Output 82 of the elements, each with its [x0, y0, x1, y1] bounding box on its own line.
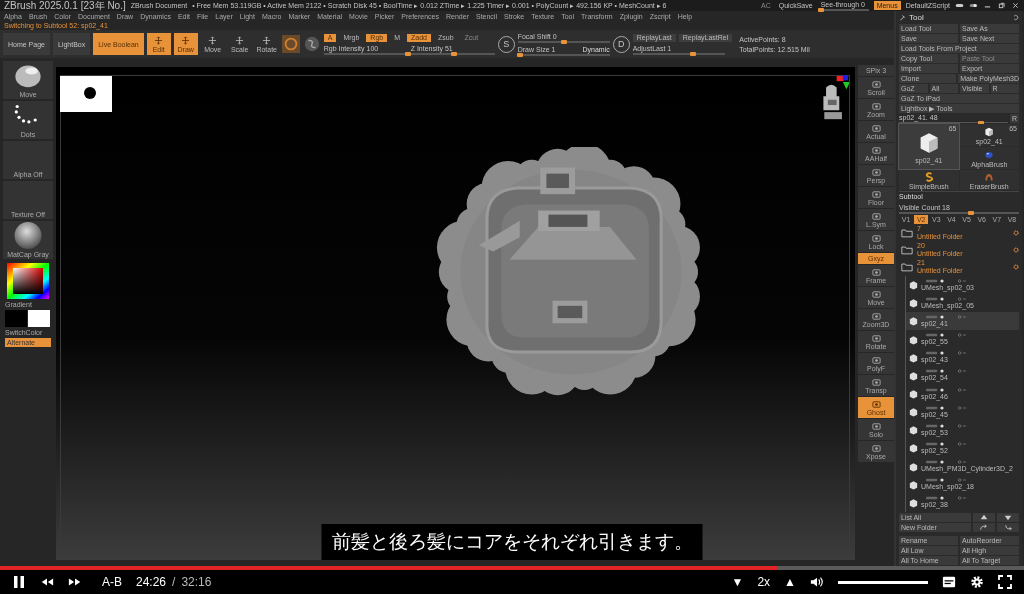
part-thumbnail	[908, 370, 919, 381]
gear-icon[interactable]	[1013, 247, 1019, 253]
slider-track[interactable]	[820, 8, 869, 11]
color-swatch[interactable]	[5, 310, 27, 327]
view-icon	[870, 101, 882, 111]
sphere-icon[interactable]	[302, 35, 321, 53]
view-icon	[870, 123, 882, 133]
cube-icon	[983, 125, 996, 138]
view-icon	[870, 289, 882, 299]
part-thumbnail	[908, 280, 919, 291]
view-icon	[870, 421, 882, 431]
viewport[interactable]	[56, 67, 855, 560]
part-thumbnail	[908, 425, 919, 436]
arrows-icon	[208, 35, 218, 45]
part-thumbnail	[908, 407, 919, 418]
view-icon	[870, 355, 882, 365]
gear-icon[interactable]	[1013, 264, 1019, 270]
view-icon	[870, 189, 882, 199]
part-thumbnail	[908, 316, 919, 327]
hammer-icon	[899, 14, 906, 21]
ring-icon[interactable]	[281, 35, 300, 53]
time-separator: /	[172, 575, 176, 589]
fullscreen-icon[interactable]	[998, 575, 1012, 589]
panel-title: Tool	[909, 13, 925, 22]
speed-up-button[interactable]: ▲	[784, 575, 796, 589]
view-icon	[870, 167, 882, 177]
current-time: 24:26	[136, 575, 167, 589]
slider-thumb[interactable]	[689, 51, 696, 56]
app-title: ZBrush 2025.0.1 [23年 No.]	[4, 0, 126, 11]
volume-icon[interactable]	[810, 575, 824, 589]
restore-icon[interactable]	[997, 2, 1006, 9]
view-icon	[870, 333, 882, 343]
view-icon	[870, 79, 882, 89]
pause-icon[interactable]	[12, 575, 26, 589]
subtitle-caption: 前髪と後ろ髪にコアをそれぞれ引きます。	[321, 524, 703, 560]
folder-icon[interactable]	[901, 228, 913, 238]
close-icon[interactable]	[1011, 2, 1020, 9]
ab-repeat-button[interactable]: A-B	[102, 575, 122, 589]
slider-track[interactable]	[517, 53, 610, 56]
playback-speed: 2x	[757, 575, 771, 589]
arrows-icon	[181, 35, 191, 45]
part-thumbnail	[908, 298, 919, 309]
arrows-icon	[235, 35, 245, 45]
gear-icon[interactable]	[1013, 230, 1019, 236]
speed-down-button[interactable]: ▼	[731, 575, 744, 589]
folder-icon[interactable]	[901, 262, 913, 272]
slider-thumb[interactable]	[817, 7, 824, 12]
slider-thumb[interactable]	[404, 51, 411, 56]
slider-track[interactable]	[632, 52, 725, 55]
part-thumbnail	[908, 389, 919, 399]
slider-thumb[interactable]	[560, 39, 567, 44]
folder-icon[interactable]	[901, 245, 913, 255]
slider-thumb[interactable]	[968, 210, 974, 215]
part-thumbnail	[908, 461, 919, 472]
view-icon	[870, 443, 882, 453]
slider-track[interactable]	[323, 52, 408, 55]
subtitles-icon[interactable]	[942, 575, 956, 589]
part-thumbnail	[908, 497, 919, 508]
slider-thumb[interactable]	[450, 51, 457, 56]
view-icon	[870, 233, 882, 243]
color-picker[interactable]	[7, 263, 49, 299]
slider-track[interactable]	[899, 211, 1019, 214]
progress-track[interactable]	[0, 566, 1024, 570]
part-thumbnail	[908, 334, 919, 345]
dot-thumbnail	[60, 75, 112, 113]
color-swatch[interactable]	[28, 310, 50, 327]
view-icon	[870, 267, 882, 277]
duration: 32:16	[181, 575, 212, 589]
view-icon	[870, 311, 882, 321]
view-icon	[870, 377, 882, 387]
view-icon	[870, 399, 882, 409]
part-thumbnail	[908, 352, 919, 363]
slider-track[interactable]	[517, 40, 610, 43]
view-icon	[870, 211, 882, 221]
settings-icon[interactable]	[970, 575, 984, 589]
part-thumbnail	[908, 479, 919, 490]
refresh-icon[interactable]	[1012, 14, 1019, 21]
arrows-icon	[262, 35, 272, 45]
view-icon	[870, 145, 882, 155]
slider-thumb[interactable]	[516, 52, 523, 57]
part-thumbnail	[908, 443, 919, 454]
arrows-icon	[154, 35, 164, 45]
